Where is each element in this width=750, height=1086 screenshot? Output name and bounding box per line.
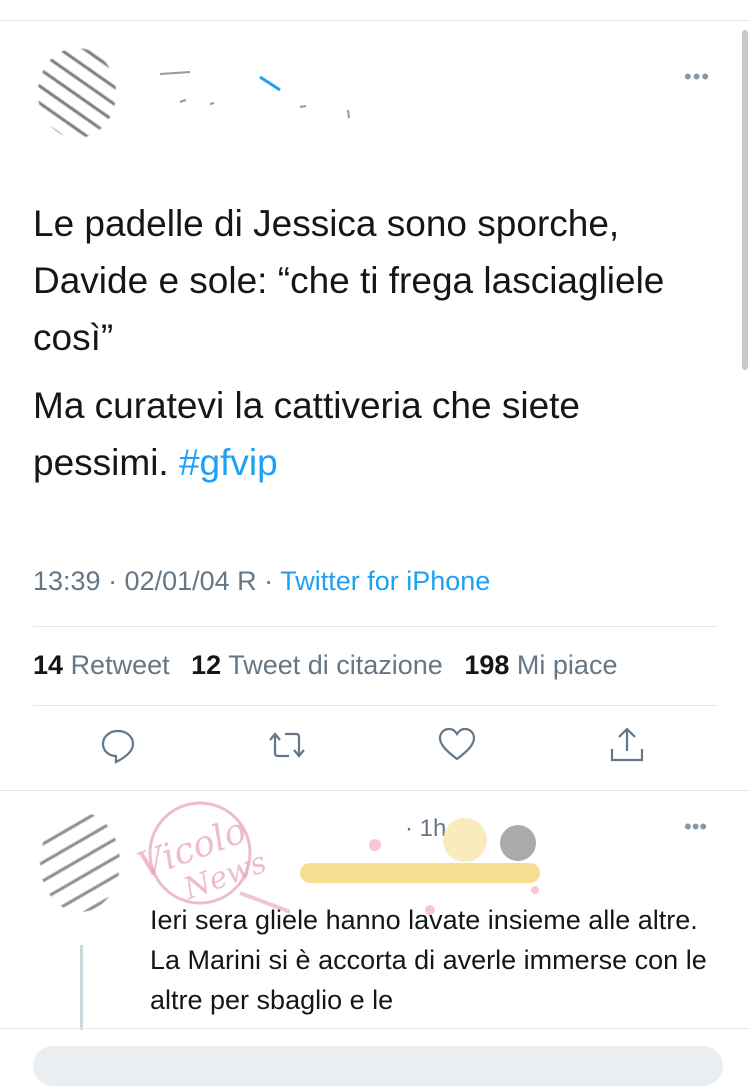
share-icon xyxy=(610,727,644,762)
tweet-text: Le padelle di Jessica sono sporche, Davi… xyxy=(33,195,723,502)
tweet-paragraph-2-text: Ma curatevi la cattiveria che siete pess… xyxy=(33,385,581,483)
likes-stat[interactable]: 198 Mi piace xyxy=(464,650,617,680)
top-divider xyxy=(0,20,750,21)
reply-author-avatar[interactable] xyxy=(40,812,120,912)
action-bar xyxy=(0,725,750,775)
quotes-label: Tweet di citazione xyxy=(228,650,443,680)
reply-icon xyxy=(101,729,135,764)
tweet-source[interactable]: Twitter for iPhone xyxy=(280,566,490,596)
sticker-decoration xyxy=(300,818,540,915)
likes-count: 198 xyxy=(464,650,510,680)
reply-input-bar[interactable] xyxy=(33,1046,723,1086)
scrollbar[interactable] xyxy=(742,30,748,370)
retweets-count: 14 xyxy=(33,650,64,680)
retweets-stat[interactable]: 14 Retweet xyxy=(33,650,170,680)
tweet-stats: 14 Retweet 12 Tweet di citazione 198 Mi … xyxy=(33,650,631,681)
reply-button[interactable] xyxy=(98,725,144,771)
author-name-obscured xyxy=(159,71,350,119)
bottom-divider xyxy=(0,1028,750,1029)
retweets-label: Retweet xyxy=(70,650,170,680)
likes-label: Mi piace xyxy=(516,650,618,680)
more-icon[interactable]: ••• xyxy=(684,66,710,88)
hashtag-link[interactable]: #gfvip xyxy=(179,442,278,483)
meta-separator: · xyxy=(256,566,281,596)
reply-more-icon[interactable]: ••• xyxy=(684,816,707,838)
quotes-count: 12 xyxy=(191,650,222,680)
tweet-timestamp[interactable]: 13:39 · 02/01/04 R xyxy=(33,566,257,596)
retweet-button[interactable] xyxy=(267,725,313,771)
tweet-separator xyxy=(0,790,750,791)
quotes-stat[interactable]: 12 Tweet di citazione xyxy=(191,650,443,680)
tweet-meta: 13:39 · 02/01/04 R · Twitter for iPhone xyxy=(33,566,490,597)
divider-stats xyxy=(33,705,718,706)
divider-meta xyxy=(33,626,718,627)
like-button[interactable] xyxy=(437,725,483,771)
thread-line xyxy=(80,945,83,1030)
share-button[interactable] xyxy=(607,725,653,771)
watermark-logo: Vicolo News xyxy=(133,801,290,914)
heart-icon xyxy=(438,727,476,761)
retweet-icon xyxy=(269,732,305,758)
tweet-paragraph-1: Le padelle di Jessica sono sporche, Davi… xyxy=(33,203,665,358)
tweet-paragraph-2: Ma curatevi la cattiveria che siete pess… xyxy=(33,377,723,491)
author-avatar[interactable] xyxy=(38,48,116,138)
